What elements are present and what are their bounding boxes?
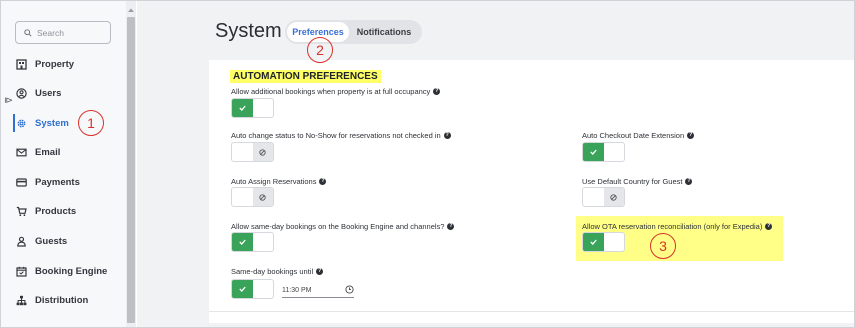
setting-label-text: Use Default Country for Guest — [582, 177, 683, 186]
help-icon[interactable]: ? — [319, 178, 327, 185]
setting-label-same-day-until: Same-day bookings until? — [231, 267, 324, 276]
toggle-off-side — [253, 99, 274, 117]
clock-icon[interactable] — [345, 285, 354, 294]
tab-notifications[interactable]: Notifications — [349, 22, 419, 42]
check-icon — [583, 233, 604, 251]
annotation-callout-1: 1 — [78, 110, 104, 136]
toggle-off-side — [253, 233, 274, 251]
toggle-same-day-until[interactable] — [231, 279, 274, 299]
toggle-default-country[interactable] — [582, 187, 625, 207]
sidebar-item-booking-engine[interactable]: Booking Engine — [15, 260, 115, 282]
check-icon — [232, 233, 253, 251]
section-title-automation: AUTOMATION PREFERENCES — [230, 70, 381, 83]
toggle-auto-assign[interactable] — [231, 187, 274, 207]
sidebar-item-label: Products — [35, 205, 77, 217]
sidebar-item-guests[interactable]: Guests — [15, 230, 115, 252]
toggle-checkout-extension[interactable] — [582, 142, 625, 162]
sidebar: Property Users System Email Payments — [1, 1, 126, 327]
page-title: System — [215, 20, 282, 42]
tab-bar: Preferences Notifications — [285, 20, 422, 44]
help-icon[interactable]: ? — [443, 132, 451, 139]
scroll-up-arrow-icon[interactable] — [127, 7, 135, 13]
setting-label-full-occupancy: Allow additional bookings when property … — [231, 87, 441, 96]
toggle-on-side — [232, 188, 253, 206]
ban-icon — [252, 143, 273, 161]
annotation-callout-3: 3 — [650, 233, 676, 259]
setting-label-text: Allow additional bookings when property … — [231, 87, 431, 96]
search-icon — [24, 28, 32, 37]
sidebar-item-label: Distribution — [35, 294, 89, 306]
setting-label-checkout-extension: Auto Checkout Date Extension? — [582, 131, 695, 140]
envelope-icon — [15, 146, 27, 158]
sidebar-item-label: Guests — [35, 235, 68, 247]
building-icon — [15, 58, 27, 70]
check-icon — [583, 143, 604, 161]
same-day-time-input[interactable]: 11:30 PM — [282, 283, 354, 298]
search-input[interactable] — [37, 27, 107, 38]
sidebar-item-products[interactable]: Products — [15, 200, 115, 222]
toggle-off-side — [253, 280, 274, 298]
search-box[interactable] — [15, 21, 111, 44]
sidebar-item-label: System — [35, 117, 69, 129]
toggle-on-side — [232, 143, 253, 161]
time-value: 11:30 PM — [282, 286, 312, 294]
check-icon — [232, 99, 253, 117]
toggle-same-day-bookings[interactable] — [231, 232, 274, 252]
toggle-ota-reconciliation[interactable] — [582, 232, 625, 252]
sidebar-item-property[interactable]: Property — [15, 53, 115, 75]
user-circle-icon — [15, 87, 27, 99]
sidebar-item-label: Property — [35, 58, 75, 70]
app-window: Property Users System Email Payments — [0, 0, 855, 328]
setting-label-default-country: Use Default Country for Guest? — [582, 177, 693, 186]
help-icon[interactable]: ? — [433, 88, 441, 95]
annotation-callout-2: 2 — [307, 37, 333, 63]
help-icon[interactable]: ? — [687, 132, 695, 139]
help-icon[interactable]: ? — [316, 268, 324, 275]
setting-label-ota-reconciliation: Allow OTA reservation reconciliation (on… — [582, 222, 773, 231]
setting-label-auto-assign: Auto Assign Reservations? — [231, 177, 327, 186]
ban-icon — [603, 188, 624, 206]
gear-icon — [15, 117, 27, 129]
sidebar-item-label: Booking Engine — [35, 265, 108, 277]
calendar-icon — [15, 265, 27, 277]
setting-label-text: Auto Checkout Date Extension — [582, 131, 685, 140]
setting-label-same-day-bookings: Allow same-day bookings on the Booking E… — [231, 222, 455, 231]
sidebar-item-label: Email — [35, 146, 61, 158]
toggle-full-occupancy[interactable] — [231, 98, 274, 118]
toggle-off-side — [604, 233, 625, 251]
toggle-no-show[interactable] — [231, 142, 274, 162]
setting-label-no-show: Auto change status to No-Show for reserv… — [231, 131, 451, 140]
sidebar-item-distribution[interactable]: Distribution — [15, 289, 115, 311]
help-icon[interactable]: ? — [685, 178, 693, 185]
sidebar-item-users[interactable]: Users — [15, 82, 115, 104]
help-icon[interactable]: ? — [447, 223, 455, 230]
toggle-off-side — [604, 143, 625, 161]
help-icon[interactable]: ? — [765, 223, 773, 230]
setting-label-text: Auto Assign Reservations — [231, 177, 317, 186]
sidebar-item-label: Users — [35, 87, 62, 99]
setting-label-text: Auto change status to No-Show for reserv… — [231, 131, 441, 140]
cart-icon — [15, 205, 27, 217]
check-icon — [232, 280, 253, 298]
divider — [209, 311, 854, 312]
toggle-on-side — [583, 188, 604, 206]
sidebar-scroll-thumb[interactable] — [127, 17, 135, 323]
setting-label-text: Allow same-day bookings on the Booking E… — [231, 222, 445, 231]
sitemap-icon — [15, 294, 27, 306]
setting-label-text: Allow OTA reservation reconciliation (on… — [582, 222, 763, 231]
ban-icon — [252, 188, 273, 206]
cursor-icon: ⧐ — [4, 95, 13, 105]
person-icon — [15, 235, 27, 247]
sidebar-item-label: Payments — [35, 176, 80, 188]
credit-card-icon — [15, 176, 27, 188]
sidebar-item-payments[interactable]: Payments — [15, 171, 115, 193]
sidebar-item-email[interactable]: Email — [15, 141, 115, 163]
setting-label-text: Same-day bookings until — [231, 267, 314, 276]
